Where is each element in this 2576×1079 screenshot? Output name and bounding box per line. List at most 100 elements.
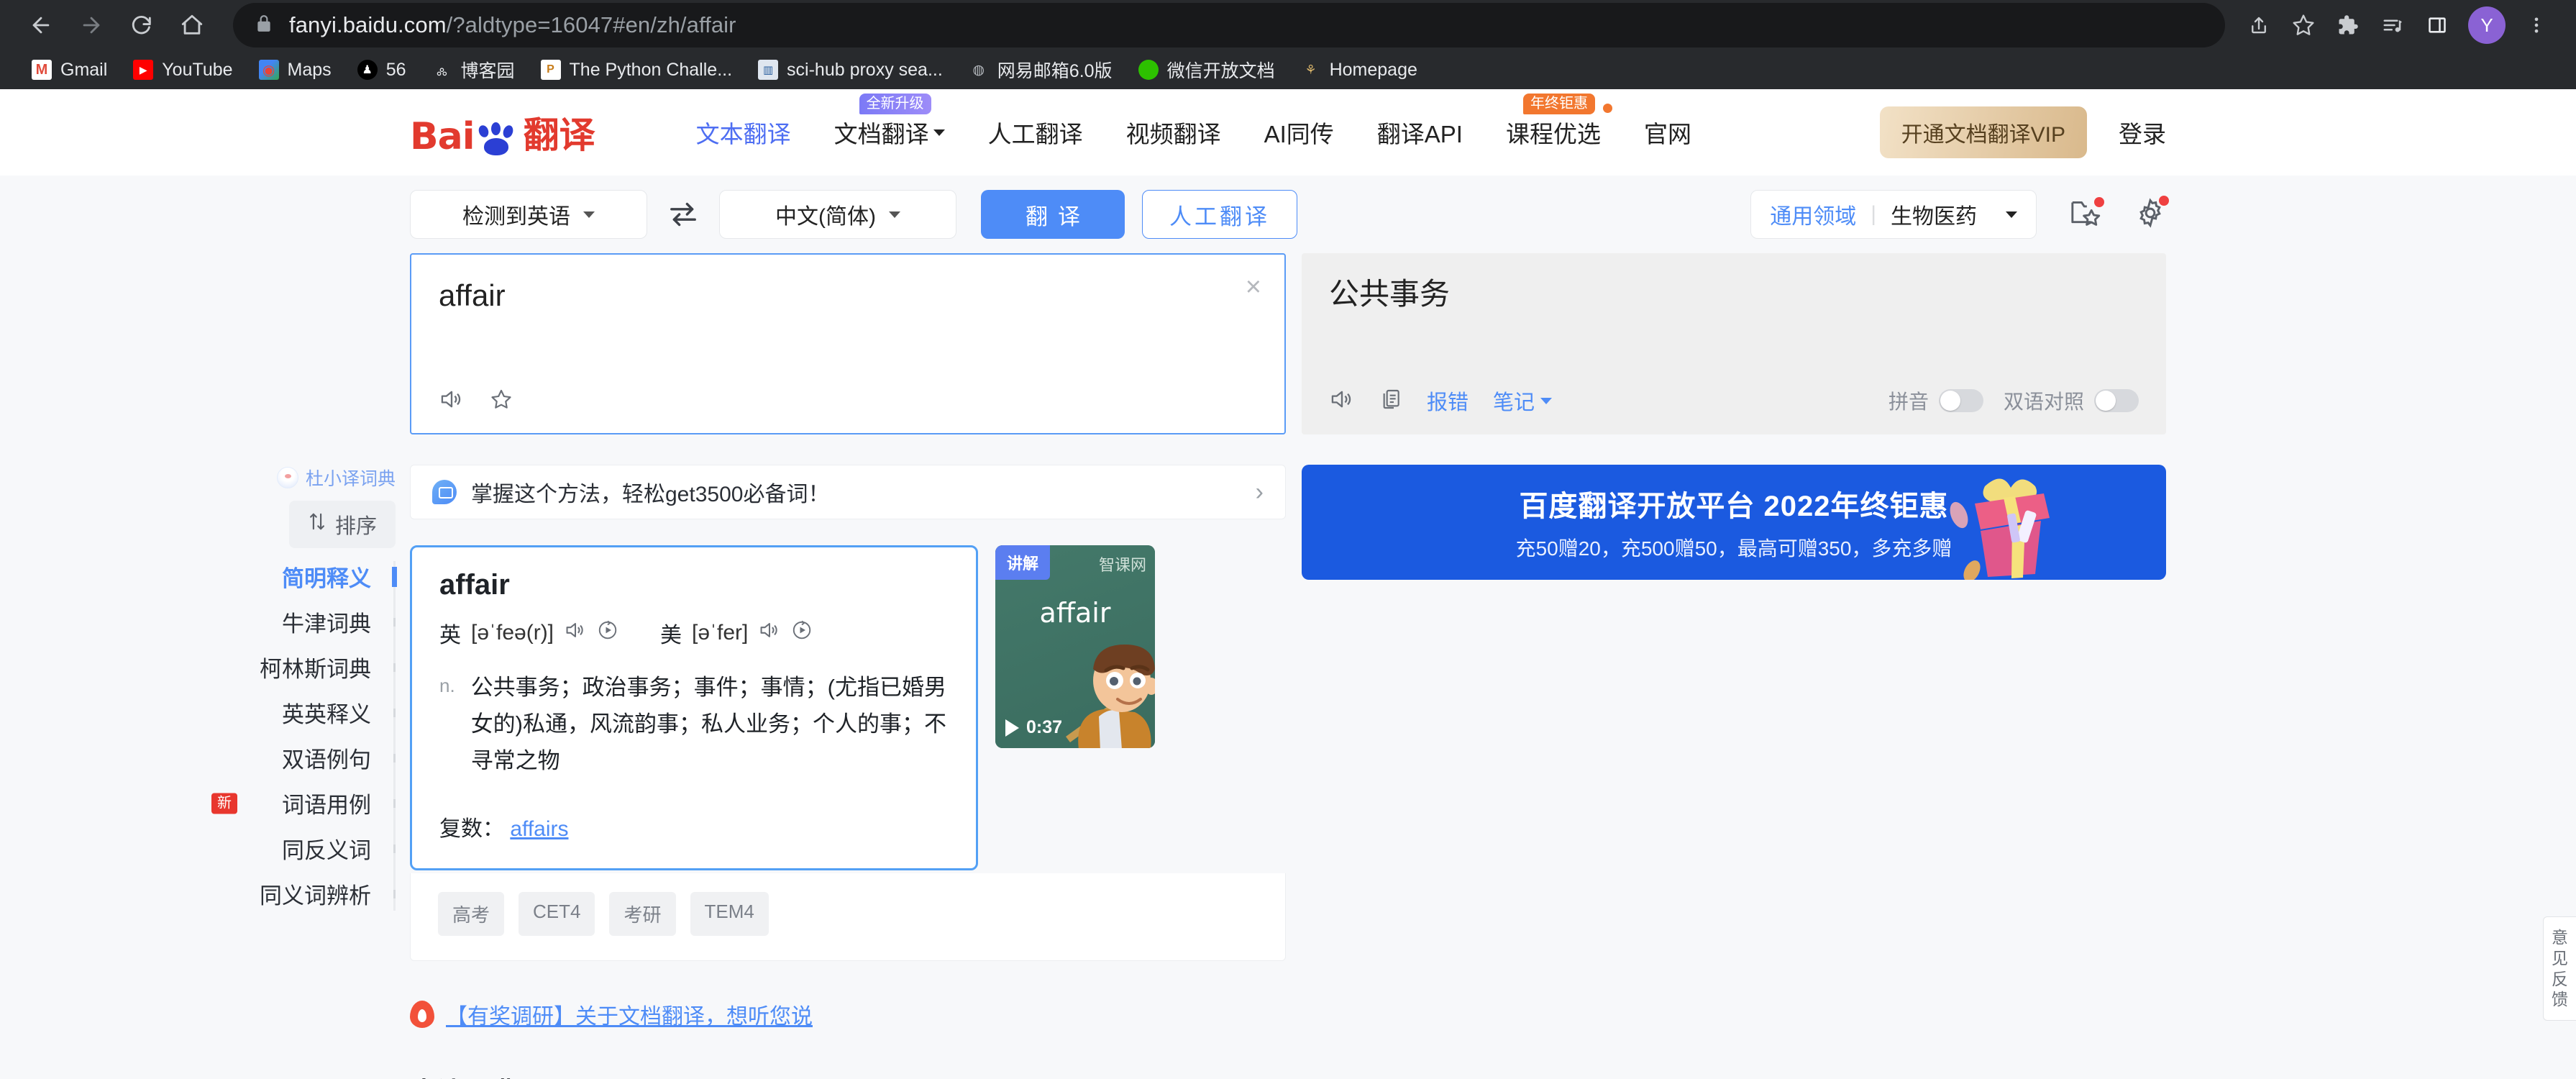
nav-item-course[interactable]: 年终钜惠 课程优选	[1484, 94, 1622, 150]
avatar[interactable]: Y	[2468, 6, 2506, 44]
python-challenge-icon: P	[540, 60, 561, 80]
survey-row[interactable]: 【有奖调研】关于文档翻译，想听您说	[410, 998, 1286, 1030]
promo-title: 百度翻译开放平台 2022年终钜惠	[1519, 491, 1949, 522]
cnblogs-icon: 🝆	[436, 63, 448, 78]
bookmark-item[interactable]: ▶ YouTube	[120, 55, 245, 85]
forward-arrow-icon[interactable]	[69, 3, 114, 47]
pinyin-switch[interactable]	[1938, 389, 1983, 412]
sidebar-item-synonym-discrimination[interactable]: 同义词辨析	[216, 871, 396, 916]
nav-item-translate-api[interactable]: 翻译API	[1356, 115, 1484, 150]
bookmark-item[interactable]: ◍ 网易邮箱6.0版	[956, 53, 1125, 87]
result-text-panel: 公共事务 报错 笔记 拼音 双语对照	[1302, 253, 2166, 434]
address-bar[interactable]: fanyi.baidu.com/?aldtype=16047#en/zh/aff…	[233, 3, 2225, 47]
sidebar-item-concise-definition[interactable]: 简明释义	[216, 554, 397, 599]
report-error-link[interactable]: 报错	[1427, 386, 1469, 416]
nav-item-text-translate[interactable]: 文本翻译	[675, 115, 813, 150]
survey-link[interactable]: 【有奖调研】关于文档翻译，想听您说	[446, 998, 813, 1030]
chevron-down-icon	[2006, 211, 2017, 218]
sidebar-item-synonyms-antonyms[interactable]: 同反义词	[216, 826, 396, 871]
bookmark-item[interactable]: ▥ sci-hub proxy sea...	[745, 55, 956, 85]
part-of-speech: n.	[439, 675, 455, 696]
uk-label: 英	[439, 624, 461, 647]
bilingual-toggle[interactable]: 双语对照	[2004, 386, 2139, 415]
pinyin-toggle[interactable]: 拼音	[1888, 386, 1983, 415]
target-language-select[interactable]: 中文(简体)	[719, 190, 956, 239]
three-dot-menu-icon[interactable]	[2516, 4, 2557, 46]
speaker-icon[interactable]	[758, 620, 781, 646]
notes-dropdown[interactable]: 笔记	[1493, 386, 1553, 416]
copy-icon[interactable]	[1379, 388, 1402, 414]
play-triangle-icon[interactable]	[1005, 719, 1019, 737]
login-link[interactable]: 登录	[2119, 115, 2166, 150]
nav-item-official-site[interactable]: 官网	[1622, 115, 1713, 150]
tag-kaoyan[interactable]: 考研	[609, 892, 676, 937]
chevron-down-icon	[933, 129, 945, 136]
nav-item-human-translate[interactable]: 人工翻译	[967, 115, 1105, 150]
star-icon[interactable]	[2283, 4, 2324, 46]
nav-label: 官网	[1643, 121, 1691, 147]
sidebar-item-collins[interactable]: 柯林斯词典	[216, 645, 396, 690]
home-icon[interactable]	[170, 3, 214, 47]
bookmark-label: 56	[385, 59, 406, 80]
source-text-panel[interactable]: affair ×	[410, 253, 1286, 434]
sidebar-item-english-english[interactable]: 英英释义	[216, 690, 396, 735]
bookmark-item[interactable]: ♟ 56	[344, 55, 419, 85]
replay-circle-icon[interactable]	[597, 619, 618, 647]
nav-label: 课程优选	[1505, 121, 1601, 147]
sort-button[interactable]: 排序	[288, 501, 396, 548]
speaker-icon[interactable]	[439, 388, 465, 414]
header-right: 开通文档翻译VIP 登录	[1879, 106, 2166, 158]
bookmark-item[interactable]: P The Python Challe...	[528, 55, 746, 85]
promo-banner[interactable]: 百度翻译开放平台 2022年终钜惠 充50赠20，充500赠50，最高可赠350…	[1302, 465, 2166, 580]
tag-gaokao[interactable]: 高考	[438, 892, 505, 937]
domain-select[interactable]: 通用领域 | 生物医药	[1750, 190, 2037, 239]
tag-cet4[interactable]: CET4	[519, 892, 595, 937]
gear-icon[interactable]	[2134, 195, 2169, 232]
nav-label: 人工翻译	[987, 121, 1083, 147]
human-translate-button[interactable]: 人工翻译	[1142, 190, 1297, 239]
sort-label: 排序	[334, 515, 377, 538]
collection-folder-icon[interactable]	[2070, 196, 2104, 231]
nav-item-video-translate[interactable]: 视频翻译	[1105, 115, 1243, 150]
main-nav: 文本翻译 全新升级 文档翻译 人工翻译 视频翻译 AI同传 翻译API 年终钜惠…	[675, 94, 1713, 150]
speaker-icon[interactable]	[1329, 388, 1355, 414]
puzzle-icon[interactable]	[2327, 4, 2369, 46]
feedback-tab[interactable]: 意见 反馈	[2543, 916, 2576, 1021]
clear-input-icon[interactable]: ×	[1246, 273, 1261, 301]
bookmark-item[interactable]: M Gmail	[19, 55, 120, 85]
tip-banner[interactable]: 掌握这个方法，轻松get3500必备词！ ›	[410, 465, 1286, 519]
translate-button[interactable]: 翻译	[981, 190, 1125, 239]
reload-icon[interactable]	[119, 3, 164, 47]
toolbar-icons: Y	[2238, 4, 2557, 46]
wechat-icon	[1138, 60, 1159, 80]
feedback-line1: 意见	[2552, 928, 2568, 968]
chevron-right-icon: ›	[1255, 478, 1264, 506]
video-card[interactable]: 讲解 智课网 affair 0:37	[995, 545, 1155, 748]
bookmark-item[interactable]: ⚘ Homepage	[1288, 55, 1430, 85]
bookmark-item[interactable]: 微信开放文档	[1125, 53, 1288, 87]
media-list-icon[interactable]	[2372, 4, 2413, 46]
tag-tem4[interactable]: TEM4	[690, 892, 769, 937]
bilingual-switch[interactable]	[2094, 389, 2139, 412]
plural-link[interactable]: affairs	[510, 817, 568, 841]
video-duration-label: 0:37	[1026, 717, 1063, 737]
sidebar-brand: 杜小译词典	[276, 465, 396, 491]
sidebar-item-bilingual-examples[interactable]: 双语例句	[216, 735, 396, 780]
sidebar-item-word-usage[interactable]: 新 词语用例	[211, 780, 396, 826]
back-arrow-icon[interactable]	[19, 3, 63, 47]
replay-circle-icon[interactable]	[791, 619, 813, 647]
star-outline-icon[interactable]	[489, 388, 513, 414]
share-icon[interactable]	[2238, 4, 2280, 46]
chat-bubble-icon	[432, 480, 457, 504]
nav-item-ai-simultaneous[interactable]: AI同传	[1243, 115, 1356, 150]
speaker-icon[interactable]	[564, 620, 587, 646]
source-language-select[interactable]: 检测到英语	[410, 190, 647, 239]
side-panel-icon[interactable]	[2416, 4, 2458, 46]
baidu-translate-logo[interactable]: Bai 翻译	[410, 106, 595, 158]
nav-item-doc-translate[interactable]: 全新升级 文档翻译	[813, 94, 967, 150]
bookmark-item[interactable]: ◉ Maps	[246, 55, 344, 85]
vip-button[interactable]: 开通文档翻译VIP	[1879, 106, 2087, 158]
swap-languages-button[interactable]	[647, 201, 719, 227]
sidebar-item-oxford[interactable]: 牛津词典	[216, 599, 396, 645]
bookmark-item[interactable]: 🝆 博客园	[419, 53, 528, 87]
